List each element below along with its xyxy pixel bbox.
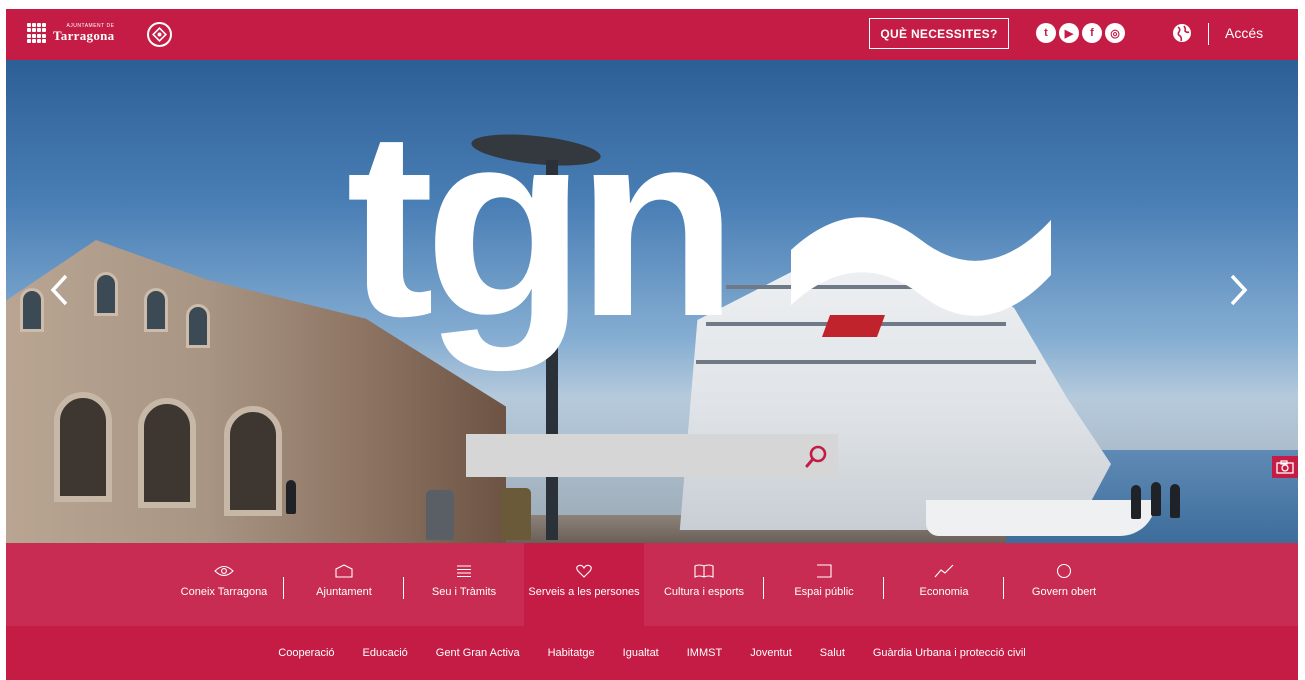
tgn-brand-text: tgn (346, 100, 728, 373)
header-divider (1208, 23, 1209, 45)
subnav-joventut[interactable]: Joventut (750, 647, 792, 659)
tender-boat (926, 500, 1156, 536)
subnav-educacio[interactable]: Educació (363, 647, 408, 659)
pedestrian (501, 488, 531, 540)
category-label: Espai públic (794, 586, 854, 598)
heart-icon (576, 563, 592, 579)
subnav-salut[interactable]: Salut (820, 647, 845, 659)
subnav-guardia-urbana[interactable]: Guàrdia Urbana i protecció civil (873, 647, 1026, 659)
chevron-left-icon (50, 274, 68, 306)
category-seu-i-tramits[interactable]: Seu i Tràmits (404, 543, 524, 626)
category-label: Coneix Tarragona (180, 586, 268, 598)
globe-icon[interactable] (1172, 23, 1192, 43)
category-espai-public[interactable]: Espai públic (764, 543, 884, 626)
unesco-heritage-icon[interactable] (147, 22, 172, 47)
tarragona-logo[interactable]: AJUNTAMENT DE Tarragona (27, 23, 114, 43)
category-cultura-i-esports[interactable]: Cultura i esports (644, 543, 764, 626)
chevron-right-icon (1230, 274, 1248, 306)
search-bar (466, 434, 838, 477)
building-icon (335, 563, 353, 579)
pedestrian (1151, 482, 1161, 516)
tarragona-grid-logo-icon (27, 23, 47, 43)
subnav-igualtat[interactable]: Igualtat (623, 647, 659, 659)
building-arch (224, 406, 282, 516)
tilde-wave-shape (791, 217, 1051, 316)
trend-icon (934, 563, 954, 579)
list-icon (456, 563, 472, 579)
category-label: Govern obert (1031, 586, 1097, 598)
category-economia[interactable]: Economia (884, 543, 1004, 626)
category-coneix-tarragona[interactable]: Coneix Tarragona (164, 543, 284, 626)
building-arch (54, 392, 112, 502)
pedestrian (1131, 485, 1141, 519)
subnav-cooperacio[interactable]: Cooperació (278, 647, 334, 659)
building-window (20, 288, 44, 332)
category-govern-obert[interactable]: Govern obert (1004, 543, 1124, 626)
building-arch (138, 398, 196, 508)
category-label: Ajuntament (316, 586, 372, 598)
search-input[interactable] (466, 434, 794, 477)
category-label: Cultura i esports (663, 586, 745, 598)
logo-title: Tarragona (53, 28, 115, 43)
category-label: Economia (919, 586, 969, 598)
subcategory-navigation: Cooperació Educació Gent Gran Activa Hab… (6, 626, 1298, 680)
subnav-gent-gran-activa[interactable]: Gent Gran Activa (436, 647, 520, 659)
facebook-icon[interactable]: f (1082, 23, 1102, 43)
category-label: Serveis a les persones (528, 586, 640, 598)
carousel-next-button[interactable] (1224, 270, 1254, 310)
subnav-habitatge[interactable]: Habitatge (548, 647, 595, 659)
top-bar: AJUNTAMENT DE Tarragona QUÈ NECESSITES? … (6, 9, 1298, 60)
building-window (144, 288, 168, 332)
eye-icon (214, 563, 234, 579)
twitter-icon[interactable]: t (1036, 23, 1056, 43)
category-navigation: Coneix Tarragona Ajuntament Seu i Tràmit… (6, 543, 1298, 626)
pedestrian (286, 480, 296, 514)
hero-banner: tgn (6, 60, 1298, 543)
category-label: Seu i Tràmits (431, 586, 497, 598)
pedestrian (426, 490, 454, 540)
book-icon (694, 563, 714, 579)
circle-icon (1056, 563, 1072, 579)
youtube-icon[interactable]: ▶ (1059, 23, 1079, 43)
square-icon (816, 563, 832, 579)
search-button[interactable] (794, 434, 838, 477)
instagram-icon[interactable]: ◎ (1105, 23, 1125, 43)
category-ajuntament[interactable]: Ajuntament (284, 543, 404, 626)
tgn-brand-logo: tgn (346, 100, 1051, 373)
building-window (186, 304, 210, 348)
category-serveis-a-les-persones[interactable]: Serveis a les persones (524, 543, 644, 626)
carousel-prev-button[interactable] (44, 270, 74, 310)
access-link[interactable]: Accés (1225, 25, 1263, 41)
pedestrian (1170, 484, 1180, 518)
page-frame: AJUNTAMENT DE Tarragona QUÈ NECESSITES? … (6, 9, 1298, 680)
building-window (94, 272, 118, 316)
search-icon (805, 445, 827, 467)
subnav-immst[interactable]: IMMST (687, 647, 722, 659)
what-do-you-need-button[interactable]: QUÈ NECESSITES? (869, 18, 1009, 49)
camera-icon[interactable] (1272, 456, 1298, 478)
social-links: t ▶ f ◎ (1036, 23, 1125, 43)
